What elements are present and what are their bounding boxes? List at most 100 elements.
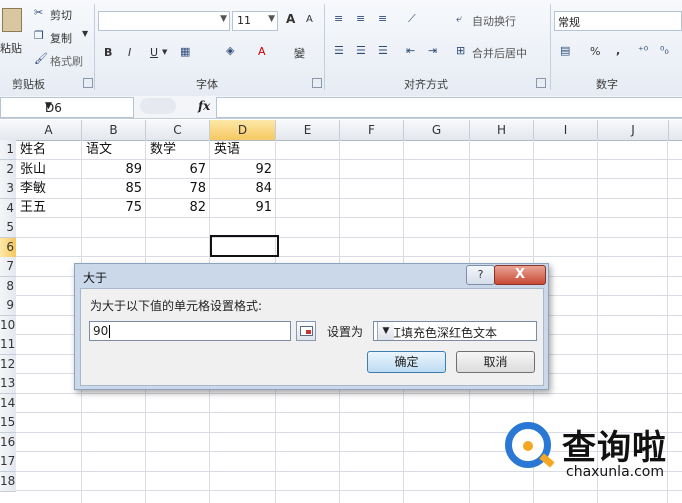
help-button[interactable]: ? xyxy=(466,265,495,285)
phonetic-button[interactable]: 變 xyxy=(294,45,305,61)
name-box[interactable]: D6 ▼ xyxy=(0,97,134,118)
row-header[interactable]: 14 xyxy=(0,394,16,414)
row-header[interactable]: 11 xyxy=(0,335,16,355)
cell-a1[interactable]: 姓名 xyxy=(20,140,46,159)
align-bottom-icon[interactable]: ≡ xyxy=(378,12,387,25)
chevron-down-icon[interactable]: ▼ xyxy=(162,48,167,56)
bold-button[interactable]: B xyxy=(104,46,112,59)
cancel-button[interactable]: 取消 xyxy=(456,351,535,373)
align-center-icon[interactable]: ☰ xyxy=(356,44,366,57)
comma-button[interactable]: , xyxy=(616,44,620,57)
row-header[interactable]: 10 xyxy=(0,316,16,336)
chevron-down-icon[interactable]: ▼ xyxy=(377,322,394,340)
decrease-indent-icon[interactable]: ⇤ xyxy=(406,44,415,57)
cut-button[interactable]: ✂ 剪切 xyxy=(34,6,84,22)
chevron-down-icon: ▼ xyxy=(268,14,275,24)
fill-color-icon[interactable]: ◈ xyxy=(226,44,234,57)
cell-c3[interactable]: 78 xyxy=(146,179,206,198)
row-header[interactable]: 15 xyxy=(0,413,16,433)
font-size-combo[interactable]: 11 ▼ xyxy=(232,11,278,31)
row-header[interactable]: 18 xyxy=(0,472,16,492)
underline-button[interactable]: U xyxy=(150,46,158,59)
shrink-font-button[interactable]: A xyxy=(306,14,313,25)
align-top-icon[interactable]: ≡ xyxy=(334,12,343,25)
cell-d2[interactable]: 92 xyxy=(210,160,272,179)
number-group-label: 数字 xyxy=(596,78,618,91)
align-left-icon[interactable]: ☰ xyxy=(334,44,344,57)
close-button[interactable]: X xyxy=(494,265,546,285)
grow-font-button[interactable]: A xyxy=(286,12,295,26)
font-launcher-icon[interactable] xyxy=(312,78,322,88)
insert-function-button[interactable]: fx xyxy=(198,99,210,113)
clipboard-launcher-icon[interactable] xyxy=(83,78,93,88)
copy-button[interactable]: ❐ 复制 ▼ xyxy=(34,29,90,45)
paste-label: 粘贴 xyxy=(0,42,22,55)
italic-button[interactable]: I xyxy=(128,46,131,59)
column-header[interactable]: E xyxy=(276,120,340,140)
row-header[interactable]: 5 xyxy=(0,218,16,238)
row-header[interactable]: 13 xyxy=(0,374,16,394)
format-select[interactable]: 浅红填充色深红色文本 ▼ xyxy=(373,321,537,341)
merge-center-button[interactable]: ⊞ 合并后居中 xyxy=(456,44,546,60)
column-header[interactable]: B xyxy=(82,120,146,140)
column-header[interactable]: A xyxy=(16,120,82,140)
orientation-icon[interactable]: ⟋ xyxy=(408,12,416,26)
row-header[interactable]: 16 xyxy=(0,433,16,453)
number-format-combo[interactable]: 常规 xyxy=(554,11,682,31)
gridline xyxy=(16,490,682,491)
cell-a2[interactable]: 张山 xyxy=(20,160,46,179)
value-input[interactable]: 90 xyxy=(89,321,291,341)
align-middle-icon[interactable]: ≡ xyxy=(356,12,365,25)
cell-c2[interactable]: 67 xyxy=(146,160,206,179)
cell-b1[interactable]: 语文 xyxy=(86,140,112,159)
paste-button[interactable]: 粘贴 xyxy=(0,4,24,64)
chevron-down-icon[interactable]: ▼ xyxy=(45,101,129,111)
cell-d3[interactable]: 84 xyxy=(210,179,272,198)
cell-d1[interactable]: 英语 xyxy=(214,140,240,159)
wrap-text-button[interactable]: ⤶ 自动换行 xyxy=(456,12,536,28)
font-color-button[interactable]: A xyxy=(258,45,266,58)
increase-decimal-icon[interactable]: ⁺⁰ xyxy=(638,44,648,57)
row-header[interactable]: 9 xyxy=(0,296,16,316)
row-header[interactable]: 4 xyxy=(0,199,16,219)
cell-a3[interactable]: 李敏 xyxy=(20,179,46,198)
cell-b3[interactable]: 85 xyxy=(82,179,142,198)
increase-indent-icon[interactable]: ⇥ xyxy=(428,44,437,57)
column-header[interactable]: H xyxy=(470,120,534,140)
column-header[interactable]: F xyxy=(340,120,404,140)
font-name-combo[interactable]: ▼ xyxy=(98,11,230,31)
active-cell-d6[interactable] xyxy=(210,235,279,257)
format-painter-label: 格式刷 xyxy=(50,55,83,68)
cell-c4[interactable]: 82 xyxy=(146,198,206,217)
cell-d4[interactable]: 91 xyxy=(210,198,272,217)
alignment-launcher-icon[interactable] xyxy=(536,78,546,88)
formula-input[interactable] xyxy=(216,97,682,118)
column-header[interactable]: I xyxy=(534,120,598,140)
row-header[interactable]: 1 xyxy=(0,140,16,160)
percent-button[interactable]: % xyxy=(590,45,600,58)
align-right-icon[interactable]: ☰ xyxy=(378,44,388,57)
format-painter-button[interactable]: 🖌 格式刷 xyxy=(34,52,92,68)
borders-icon[interactable]: ▦ xyxy=(180,45,190,58)
collapse-dialog-button[interactable] xyxy=(296,321,316,341)
copy-dropdown-icon[interactable]: ▼ xyxy=(82,29,88,38)
cell-c1[interactable]: 数学 xyxy=(150,140,176,159)
range-select-arrow-icon xyxy=(306,330,311,334)
ok-button[interactable]: 确定 xyxy=(367,351,446,373)
accounting-format-icon[interactable]: ▤ xyxy=(560,44,570,57)
cell-b4[interactable]: 75 xyxy=(82,198,142,217)
row-header[interactable]: 12 xyxy=(0,355,16,375)
row-header[interactable]: 6 xyxy=(0,238,16,258)
column-header[interactable]: C xyxy=(146,120,210,140)
row-header[interactable]: 3 xyxy=(0,179,16,199)
column-header[interactable]: G xyxy=(404,120,470,140)
decrease-decimal-icon[interactable]: ⁰₀ xyxy=(660,44,669,57)
cell-a4[interactable]: 王五 xyxy=(20,198,46,217)
column-header[interactable]: J xyxy=(598,120,669,140)
cell-b2[interactable]: 89 xyxy=(82,160,142,179)
row-header[interactable]: 17 xyxy=(0,452,16,472)
row-header[interactable]: 7 xyxy=(0,257,16,277)
column-header-selected[interactable]: D xyxy=(210,120,276,140)
row-header[interactable]: 2 xyxy=(0,160,16,180)
row-header[interactable]: 8 xyxy=(0,277,16,297)
